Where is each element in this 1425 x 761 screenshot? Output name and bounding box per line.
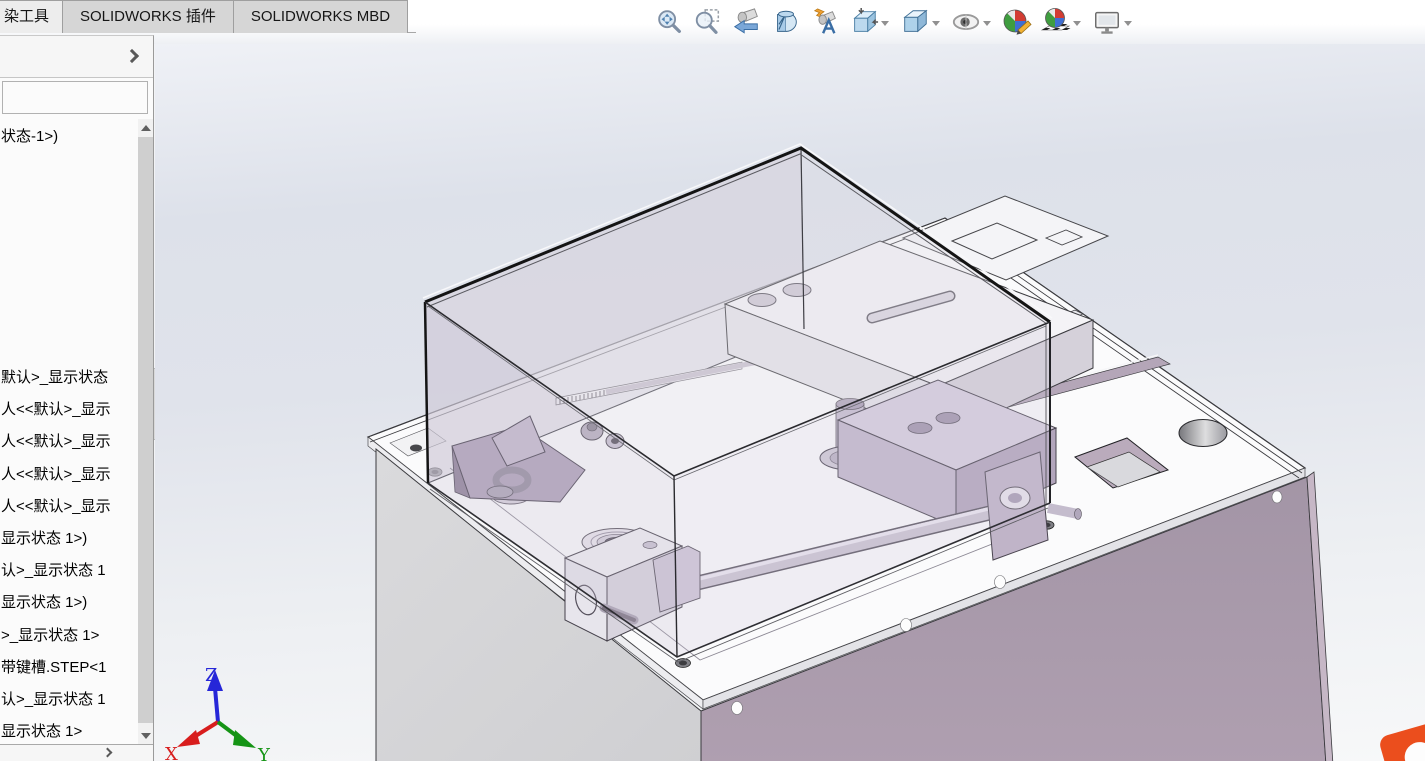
heads-up-view-toolbar [652,2,1141,42]
footer-chevron-icon[interactable] [102,747,113,758]
tree-item[interactable]: >_显示状态 1> [0,620,137,652]
tree-item[interactable]: 人<<默认>_显示 [0,459,137,491]
3d-model-canvas: Z X Y [165,143,1334,761]
edit-appearance-icon[interactable] [1000,4,1033,40]
tree-item[interactable]: 显示状态 1>) [0,523,137,555]
display-style-icon[interactable] [898,4,931,40]
section-view-icon[interactable] [769,4,802,40]
zoom-to-area-icon[interactable] [691,4,724,40]
tree-item[interactable]: 默认>_显示状态 [0,362,137,394]
apply-scene-dropdown-caret[interactable] [1073,20,1081,26]
hide-show-items-icon[interactable] [949,4,982,40]
command-manager-tab-bar: 染工具 SOLIDWORKS 插件 SOLIDWORKS MBD [0,0,416,33]
previous-view-icon[interactable] [730,4,763,40]
tab-render-tools[interactable]: 染工具 [0,0,63,33]
solidworks-window: 染工具 SOLIDWORKS 插件 SOLIDWORKS MBD 状态-1>) … [0,0,1425,761]
zoom-to-fit-icon[interactable] [652,4,685,40]
tree-item[interactable]: 状态-1>) [0,121,58,153]
tree-item[interactable]: 认>_显示状态 1 [0,555,137,587]
hide-show-items-dropdown-caret[interactable] [983,20,991,26]
view-settings-dropdown-caret[interactable] [1124,20,1132,26]
scroll-thumb[interactable] [138,137,153,723]
display-style-dropdown-caret[interactable] [932,20,940,26]
tree-item[interactable]: 人<<默认>_显示 [0,394,137,426]
panel-filter-input[interactable] [2,81,148,114]
view-settings-icon[interactable] [1090,4,1123,40]
tree-item[interactable]: 人<<默认>_显示 [0,491,137,523]
feature-manager-panel: 状态-1>) 默认>_显示状态 人<<默认>_显示 人<<默认>_显示 人<<默… [0,35,154,761]
graphics-viewport[interactable]: Z X Y [155,44,1425,761]
scroll-down-icon[interactable] [141,733,151,739]
view-orientation-icon[interactable] [847,4,880,40]
tree-scrollbar[interactable] [138,119,153,745]
panel-header [0,36,153,78]
orientation-triad: Z X Y [165,665,271,761]
panel-footer [0,744,153,761]
top-toolbar-strip: 染工具 SOLIDWORKS 插件 SOLIDWORKS MBD [0,0,1425,44]
dynamic-annotation-views-icon[interactable] [808,4,841,40]
tab-solidworks-addins[interactable]: SOLIDWORKS 插件 [62,0,234,33]
triad-z-label: Z [205,665,218,686]
round-hole [1178,419,1228,447]
feature-tree: 状态-1>) 默认>_显示状态 人<<默认>_显示 人<<默认>_显示 人<<默… [0,119,137,744]
view-orientation-dropdown-caret[interactable] [881,20,889,26]
apply-scene-icon[interactable] [1039,4,1072,40]
tree-item[interactable]: 显示状态 1> [0,716,137,744]
tree-item[interactable]: 带键槽.STEP<1 [0,652,137,684]
scroll-up-icon[interactable] [141,125,151,131]
triad-y-label: Y [257,745,271,761]
tree-item[interactable]: 认>_显示状态 1 [0,684,137,716]
tab-solidworks-mbd[interactable]: SOLIDWORKS MBD [232,0,409,33]
triad-x-label: X [165,744,178,761]
tree-item[interactable]: 人<<默认>_显示 [0,426,137,458]
expand-chevron-icon[interactable] [124,48,140,64]
tree-item[interactable]: 显示状态 1>) [0,587,137,619]
